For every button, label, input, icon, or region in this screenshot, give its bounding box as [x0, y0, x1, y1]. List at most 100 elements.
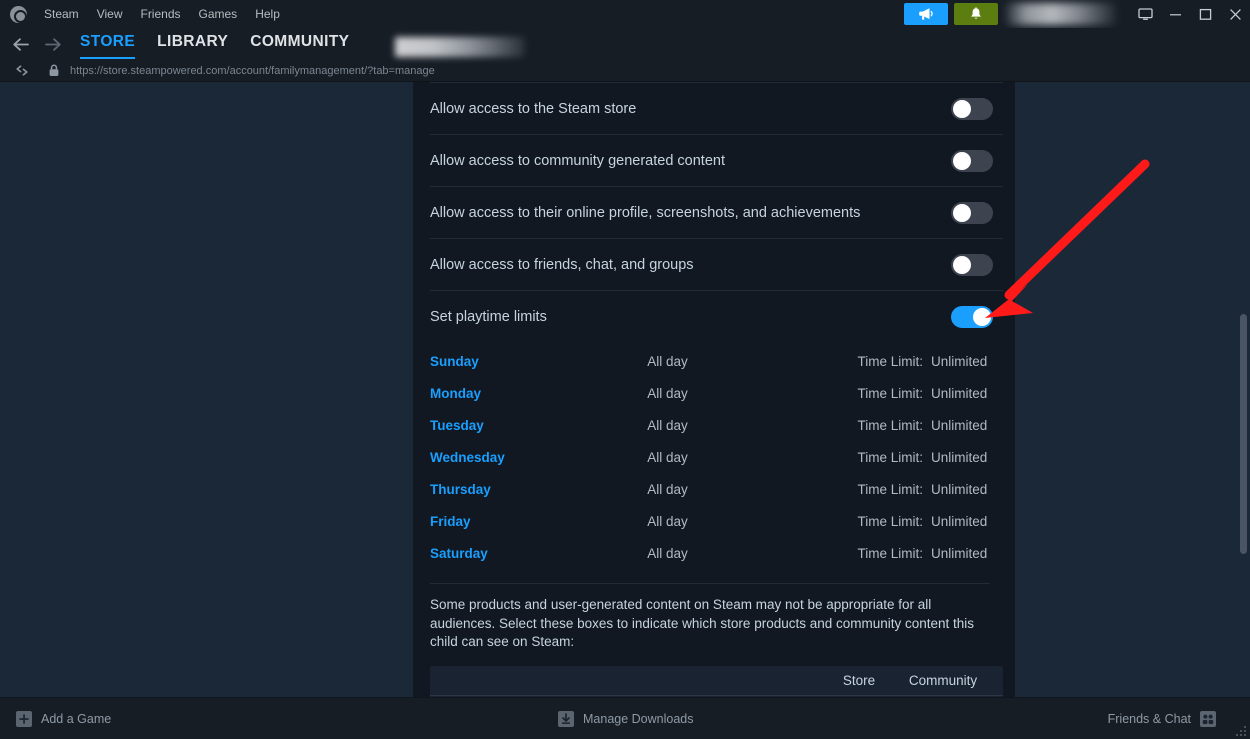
- add-a-game-button[interactable]: Add a Game: [16, 710, 111, 727]
- toggle-allow-community-content[interactable]: [951, 149, 993, 172]
- scrollbar-thumb[interactable]: [1240, 314, 1247, 554]
- day-time-limit[interactable]: Time Limit: Unlimited: [857, 482, 1003, 497]
- toggle-allow-online-profile[interactable]: [951, 201, 993, 224]
- friends-and-chat-label: Friends & Chat: [1107, 711, 1191, 726]
- time-limit-value: Unlimited: [931, 449, 988, 465]
- day-time-limit[interactable]: Time Limit: Unlimited: [857, 450, 1003, 465]
- time-limit-value: Unlimited: [931, 513, 988, 529]
- menu-item-games[interactable]: Games: [190, 3, 247, 25]
- resize-grip-icon[interactable]: [1234, 724, 1246, 736]
- toggle-allow-friends-chat[interactable]: [951, 253, 993, 276]
- minimize-icon: [1169, 13, 1181, 15]
- day-schedule[interactable]: All day: [647, 386, 857, 401]
- url-text[interactable]: https://store.steampowered.com/account/f…: [70, 65, 435, 77]
- arrow-right-icon: [45, 37, 61, 51]
- day-link-wednesday[interactable]: Wednesday: [430, 450, 647, 465]
- title-bar-right-controls: [904, 0, 1250, 28]
- toggle-knob: [953, 99, 971, 118]
- day-time-limit[interactable]: Time Limit: Unlimited: [857, 354, 1003, 369]
- menu-item-steam[interactable]: Steam: [35, 3, 88, 25]
- playtime-days-list: Sunday All day Time Limit: Unlimited Mond…: [430, 342, 1003, 583]
- display-mode-button[interactable]: [1130, 0, 1160, 28]
- menu-item-friends[interactable]: Friends: [131, 3, 189, 25]
- forward-button[interactable]: [44, 37, 62, 52]
- panel-content: Allow access to the Steam store Allow ac…: [430, 82, 1003, 697]
- content-ratings-table: Store Community General Mature Content: [430, 665, 1003, 697]
- lock-icon: [48, 64, 60, 77]
- day-link-thursday[interactable]: Thursday: [430, 482, 647, 497]
- toggle-knob: [973, 307, 991, 326]
- tab-community[interactable]: COMMUNITY: [250, 28, 349, 60]
- back-button[interactable]: [12, 37, 30, 52]
- permission-row-online-profile: Allow access to their online profile, sc…: [430, 186, 1003, 238]
- tab-profile-blurred[interactable]: [395, 37, 526, 57]
- megaphone-icon: [919, 8, 933, 20]
- friends-and-chat-button[interactable]: Friends & Chat: [1107, 710, 1216, 727]
- day-schedule[interactable]: All day: [647, 354, 857, 369]
- refresh-button[interactable]: [14, 64, 30, 77]
- notifications-button[interactable]: [954, 3, 998, 25]
- maximize-icon: [1199, 8, 1211, 20]
- toggle-allow-steam-store[interactable]: [951, 97, 993, 120]
- plus-box-icon: [16, 710, 32, 727]
- day-link-friday[interactable]: Friday: [430, 514, 647, 529]
- time-limit-value: Unlimited: [931, 417, 988, 433]
- tab-store[interactable]: STORE: [80, 28, 136, 60]
- manage-downloads-label: Manage Downloads: [583, 711, 694, 726]
- account-name-blurred[interactable]: [1006, 3, 1116, 25]
- playtime-limits-row: Set playtime limits: [430, 290, 1003, 342]
- manage-downloads-button[interactable]: Manage Downloads: [558, 710, 694, 727]
- tab-library[interactable]: LIBRARY: [157, 28, 228, 60]
- time-limit-label: Time Limit:: [857, 449, 923, 465]
- permission-row-community-content: Allow access to community generated cont…: [430, 134, 1003, 186]
- window-controls: [1130, 0, 1250, 28]
- menu-item-help[interactable]: Help: [246, 3, 289, 25]
- steam-logo-icon: [10, 5, 27, 23]
- column-header-store: Store: [842, 672, 876, 688]
- main-tabs: STORE LIBRARY COMMUNITY: [80, 28, 526, 60]
- content-preferences-description: Some products and user-generated content…: [430, 583, 990, 652]
- toggle-knob: [953, 151, 971, 170]
- playtime-day-row-monday: Monday All day Time Limit: Unlimited: [430, 377, 1003, 409]
- time-limit-label: Time Limit:: [857, 417, 923, 433]
- navigation-bar: STORE LIBRARY COMMUNITY: [0, 28, 1250, 60]
- close-button[interactable]: [1220, 0, 1250, 28]
- playtime-day-row-friday: Friday All day Time Limit: Unlimited: [430, 505, 1003, 537]
- permission-label: Allow access to their online profile, sc…: [430, 204, 861, 221]
- url-bar: https://store.steampowered.com/account/f…: [0, 60, 1250, 82]
- column-header-community: Community: [908, 672, 978, 688]
- menu-bar: Steam View Friends Games Help: [35, 3, 289, 25]
- broadcast-button[interactable]: [904, 3, 948, 25]
- day-schedule[interactable]: All day: [647, 418, 857, 433]
- day-link-saturday[interactable]: Saturday: [430, 546, 647, 561]
- toggle-set-playtime-limits[interactable]: [951, 305, 993, 328]
- day-time-limit[interactable]: Time Limit: Unlimited: [857, 514, 1003, 529]
- day-schedule[interactable]: All day: [647, 482, 857, 497]
- page-scrollbar[interactable]: [1240, 82, 1247, 697]
- download-icon: [558, 710, 574, 727]
- day-schedule[interactable]: All day: [647, 546, 857, 561]
- time-limit-label: Time Limit:: [857, 353, 923, 369]
- day-link-monday[interactable]: Monday: [430, 386, 647, 401]
- friends-icon: [1200, 710, 1216, 727]
- day-time-limit[interactable]: Time Limit: Unlimited: [857, 546, 1003, 561]
- menu-item-view[interactable]: View: [88, 3, 132, 25]
- day-schedule[interactable]: All day: [647, 450, 857, 465]
- refresh-icon: [16, 65, 28, 76]
- day-time-limit[interactable]: Time Limit: Unlimited: [857, 418, 1003, 433]
- day-link-sunday[interactable]: Sunday: [430, 354, 647, 369]
- toggle-knob: [953, 255, 971, 274]
- time-limit-label: Time Limit:: [857, 385, 923, 401]
- permission-label: Allow access to the Steam store: [430, 100, 637, 117]
- lock-icon: [49, 64, 59, 76]
- day-schedule[interactable]: All day: [647, 514, 857, 529]
- day-time-limit[interactable]: Time Limit: Unlimited: [857, 386, 1003, 401]
- nav-arrows: [12, 37, 62, 52]
- playtime-limits-label: Set playtime limits: [430, 308, 547, 325]
- time-limit-label: Time Limit:: [857, 481, 923, 497]
- day-link-tuesday[interactable]: Tuesday: [430, 418, 647, 433]
- permission-label: Allow access to friends, chat, and group…: [430, 256, 694, 273]
- minimize-button[interactable]: [1160, 0, 1190, 28]
- family-management-panel: Allow access to the Steam store Allow ac…: [413, 82, 1015, 697]
- maximize-button[interactable]: [1190, 0, 1220, 28]
